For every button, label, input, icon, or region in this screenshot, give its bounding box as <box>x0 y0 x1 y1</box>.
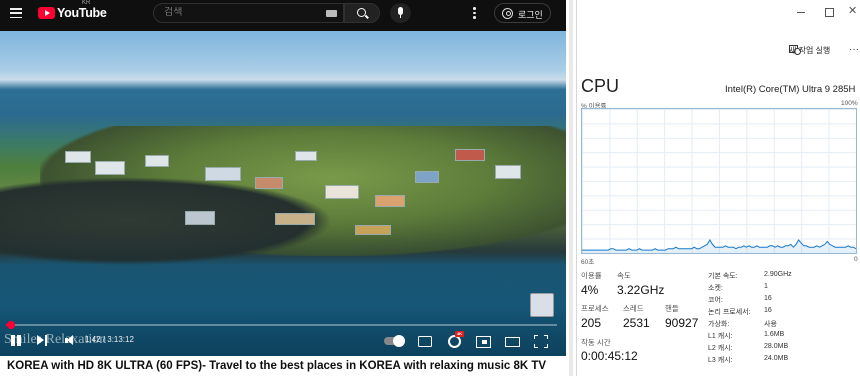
section-title: CPU <box>581 76 620 96</box>
handles-label: 핸들 <box>665 304 679 313</box>
youtube-play-icon <box>38 7 55 19</box>
close-icon[interactable]: ✕ <box>848 4 858 17</box>
progress-scrubber[interactable] <box>6 321 15 329</box>
threads-value: 2531 <box>623 316 650 330</box>
threads-label: 스레드 <box>623 304 644 313</box>
detail-key: L1 캐시: <box>708 333 733 340</box>
youtube-logo-text: YouTube <box>57 6 107 20</box>
run-new-task-label: 새 작업 실행 <box>789 46 831 55</box>
detail-value: 2.90GHz <box>764 271 792 278</box>
handles-value: 90927 <box>665 316 699 330</box>
detail-value: 28.0MB <box>764 343 789 350</box>
utilization-value: 4% <box>581 283 599 297</box>
window-divider[interactable] <box>566 0 576 376</box>
speed-value: 3.22GHz <box>617 283 665 297</box>
detail-value: 1 <box>764 283 768 290</box>
cpu-usage-graph <box>581 108 857 254</box>
voice-search-button[interactable] <box>390 3 411 23</box>
processes-value: 205 <box>581 316 602 330</box>
detail-key: 논리 프로세서: <box>708 309 751 316</box>
utilization-label: 이용률 <box>581 271 602 280</box>
detail-key: 가상화: <box>708 321 730 328</box>
miniplayer-icon[interactable] <box>476 334 491 348</box>
more-options-icon[interactable] <box>473 7 476 19</box>
detail-key: 코어: <box>708 297 723 304</box>
uptime-label: 작동 시간 <box>581 338 611 347</box>
cpu-history-chart <box>582 239 856 253</box>
pause-icon[interactable] <box>10 334 22 348</box>
time-display: 1:42 / 3:13:12 <box>85 335 134 344</box>
fullscreen-icon[interactable] <box>534 334 548 348</box>
video-title: KOREA with HD 8K ULTRA (60 FPS)- Travel … <box>7 360 547 372</box>
search-button[interactable] <box>344 3 380 23</box>
task-manager-window: ✕ 새 작업 실행 ··· CPU Intel(R) Core(TM) Ultr… <box>576 0 860 376</box>
microphone-icon <box>398 7 403 15</box>
theater-mode-icon[interactable] <box>505 334 520 348</box>
region-label: KR <box>82 0 91 6</box>
quality-badge: 4K <box>455 331 464 337</box>
detail-value: 1.6MB <box>764 331 785 338</box>
youtube-logo[interactable]: YouTube <box>38 5 107 21</box>
channel-watermark-icon[interactable] <box>530 293 554 317</box>
detail-key: L3 캐시: <box>708 357 733 364</box>
speed-label: 속도 <box>617 271 631 280</box>
search-box[interactable] <box>153 3 344 23</box>
subtitles-icon[interactable] <box>418 334 432 348</box>
keyboard-icon[interactable] <box>326 10 337 17</box>
detail-value: 16 <box>764 307 772 314</box>
search-icon <box>357 8 366 17</box>
processes-label: 프로세스 <box>581 304 609 313</box>
account-icon <box>502 8 513 19</box>
progress-bar[interactable] <box>6 321 557 329</box>
detail-value: 24.0MB <box>764 355 789 362</box>
menu-icon[interactable] <box>10 8 22 19</box>
youtube-header: YouTube KR 로그인 <box>0 0 566 26</box>
detail-key: L2 캐시: <box>708 345 733 352</box>
video-title-bar: KOREA with HD 8K ULTRA (60 FPS)- Travel … <box>0 356 566 376</box>
detail-key: 소켓: <box>708 285 723 292</box>
search-input[interactable] <box>164 7 314 18</box>
uptime-value: 0:00:45:12 <box>581 349 638 363</box>
detail-key: 기본 속도: <box>708 273 738 280</box>
time-axis-start: 60초 <box>581 259 595 266</box>
next-icon[interactable] <box>37 334 49 348</box>
cpu-model: Intel(R) Core(TM) Ultra 9 285H <box>725 84 856 95</box>
detail-value: 사용 <box>764 321 777 328</box>
autoplay-toggle[interactable] <box>384 334 405 348</box>
login-button[interactable]: 로그인 <box>494 3 551 23</box>
login-label: 로그인 <box>518 10 543 20</box>
max-percent-label: 100% <box>841 100 858 107</box>
more-options-button[interactable]: ··· <box>849 44 859 55</box>
maximize-icon[interactable] <box>825 7 835 17</box>
video-player[interactable]: Smiles Relaxation <box>0 31 566 356</box>
youtube-window: YouTube KR 로그인 <box>0 0 566 376</box>
time-axis-end: 0 <box>854 256 858 263</box>
minimize-icon[interactable] <box>797 7 807 17</box>
volume-icon[interactable] <box>65 334 79 348</box>
detail-value: 16 <box>764 295 772 302</box>
